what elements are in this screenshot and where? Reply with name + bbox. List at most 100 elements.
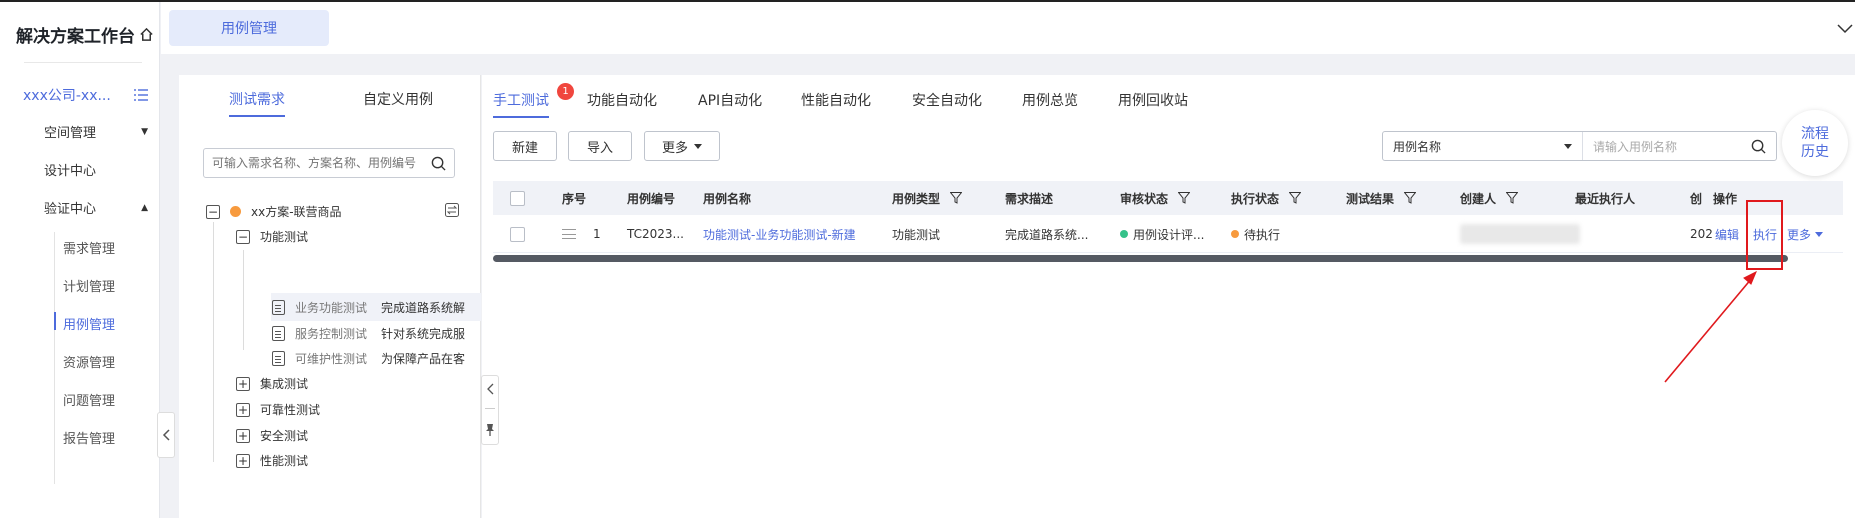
highlight-box: [1746, 200, 1783, 270]
filter-field-select[interactable]: 用例名称: [1383, 132, 1583, 160]
filter-icon[interactable]: [1404, 192, 1417, 204]
caret-down-icon: ▼: [141, 126, 148, 137]
horizontal-scrollbar[interactable]: [493, 255, 1788, 262]
col-exec-status: 执行状态: [1231, 181, 1302, 215]
filter-icon[interactable]: [1506, 192, 1519, 204]
more-actions-link[interactable]: 更多: [1787, 215, 1824, 253]
nav-design-center[interactable]: 设计中心: [44, 160, 148, 179]
tree-node-integration[interactable]: + 集成测试: [236, 375, 308, 392]
table-row[interactable]: 1 TC2023... 功能测试-业务功能测试-新建 功能测试 完成道路系统..…: [493, 215, 1843, 253]
header-tab-case-management[interactable]: 用例管理: [169, 10, 329, 46]
col-index: 序号: [562, 191, 587, 206]
filter-icon[interactable]: [1178, 192, 1191, 204]
tab-functional-automation[interactable]: 功能自动化: [587, 90, 657, 110]
expand-icon[interactable]: +: [236, 376, 250, 391]
filter-icon[interactable]: [950, 192, 963, 204]
tab-performance-automation[interactable]: 性能自动化: [801, 90, 871, 110]
search-icon[interactable]: [1751, 139, 1766, 154]
row-case-name-link[interactable]: 功能测试-业务功能测试-新建: [703, 215, 856, 253]
tree-node-functional[interactable]: − 功能测试: [236, 228, 308, 245]
row-index: 1: [593, 227, 601, 241]
import-button[interactable]: 导入: [568, 131, 632, 161]
sidebar-item-reports[interactable]: 报告管理: [63, 428, 115, 447]
requirement-search-input[interactable]: [212, 156, 422, 170]
pin-icon[interactable]: [485, 423, 495, 437]
select-all-checkbox[interactable]: [510, 181, 525, 215]
swap-icon[interactable]: [445, 203, 459, 217]
panel-toggle[interactable]: [481, 375, 499, 445]
case-name-search-input[interactable]: 请输入用例名称: [1593, 138, 1677, 155]
document-icon: [272, 351, 285, 366]
col-creator: 创建人: [1460, 181, 1519, 215]
col-created-time: 创: [1690, 191, 1703, 206]
sidebar-item-resources[interactable]: 资源管理: [63, 352, 115, 371]
collapse-icon[interactable]: −: [206, 204, 220, 219]
chevron-down-icon[interactable]: [1837, 24, 1853, 34]
tree-leaf-business[interactable]: 业务功能测试 完成道路系统解: [272, 299, 465, 316]
sidebar-item-issues[interactable]: 问题管理: [63, 390, 115, 409]
row-review-status: 用例设计评...: [1120, 215, 1204, 253]
new-button[interactable]: 新建: [493, 131, 557, 161]
tree-node-security[interactable]: + 安全测试: [236, 427, 308, 444]
collapse-icon[interactable]: −: [236, 229, 250, 244]
tab-test-requirements[interactable]: 测试需求: [229, 89, 285, 117]
tree-leaf-maintainability[interactable]: 可维护性测试 为保障产品在客: [272, 350, 465, 367]
sidebar-collapse-button[interactable]: [157, 412, 175, 458]
tab-case-recycle-bin[interactable]: 用例回收站: [1118, 90, 1188, 110]
row-case-type: 功能测试: [892, 227, 941, 242]
document-icon: [272, 300, 285, 315]
flow-history-button[interactable]: 流程 历史: [1782, 110, 1848, 176]
row-checkbox[interactable]: [510, 215, 525, 253]
col-actions: 操作: [1713, 191, 1738, 206]
search-icon[interactable]: [431, 156, 446, 171]
status-dot: [1120, 230, 1128, 238]
document-icon: [272, 326, 285, 341]
brand-title[interactable]: 解决方案工作台: [16, 22, 154, 47]
tree-leaf-service[interactable]: 服务控制测试 针对系统完成服: [272, 325, 465, 342]
expand-icon[interactable]: +: [236, 402, 250, 417]
more-button[interactable]: 更多: [644, 131, 720, 161]
sidebar-item-plans[interactable]: 计划管理: [63, 276, 115, 295]
col-requirement-desc: 需求描述: [1005, 191, 1054, 206]
count-badge: 1: [557, 83, 574, 100]
col-review-status: 审核状态: [1120, 181, 1191, 215]
row-case-id: TC2023...: [627, 227, 684, 241]
sidebar: 解决方案工作台 xxx公司-xx... 空间管理 ▼ 设计中心 验证中心 ▲ 需…: [0, 2, 160, 518]
caret-down-icon: [694, 143, 702, 149]
tab-manual-test[interactable]: 手工测试 1: [493, 83, 574, 118]
case-name-search[interactable]: 请输入用例名称: [1583, 138, 1776, 155]
tree-node-root[interactable]: − xx方案-联营商品: [206, 203, 342, 220]
row-exec-status: 待执行: [1231, 215, 1280, 253]
sub-nav-active-indicator: [54, 312, 56, 330]
tree-node-reliability[interactable]: + 可靠性测试: [236, 401, 320, 418]
row-requirement-desc: 完成道路系统...: [1005, 227, 1089, 242]
col-case-name: 用例名称: [703, 191, 752, 206]
filter-icon[interactable]: [1289, 192, 1302, 204]
tab-custom-cases[interactable]: 自定义用例: [363, 89, 433, 109]
nav-space-management[interactable]: 空间管理 ▼: [44, 122, 148, 141]
col-case-id: 用例编号: [627, 191, 676, 206]
case-filter[interactable]: 用例名称 请输入用例名称: [1382, 131, 1777, 161]
tab-security-automation[interactable]: 安全自动化: [912, 90, 982, 110]
org-selector[interactable]: xxx公司-xx...: [23, 85, 148, 105]
expand-icon[interactable]: +: [236, 453, 250, 468]
drag-handle-icon[interactable]: [562, 215, 576, 253]
tab-api-automation[interactable]: API自动化: [698, 90, 762, 110]
col-last-executor: 最近执行人: [1575, 191, 1636, 206]
nav-verification-center[interactable]: 验证中心 ▲: [44, 198, 148, 217]
tab-case-overview[interactable]: 用例总览: [1022, 90, 1078, 110]
col-case-type: 用例类型: [892, 181, 963, 215]
sidebar-item-requirements[interactable]: 需求管理: [63, 238, 115, 257]
chevron-left-icon: [162, 429, 170, 441]
requirement-search[interactable]: [203, 148, 455, 178]
list-icon[interactable]: [134, 88, 148, 102]
tree-node-performance[interactable]: + 性能测试: [236, 452, 308, 469]
sidebar-item-cases[interactable]: 用例管理: [63, 314, 115, 333]
caret-down-icon: [1815, 231, 1824, 237]
expand-icon[interactable]: +: [236, 428, 250, 443]
requirements-panel: 测试需求 自定义用例 − xx方案-联营商品 − 功能测试 业务功能测试 完成道…: [179, 75, 481, 518]
chevron-left-icon[interactable]: [486, 383, 494, 395]
edit-link[interactable]: 编辑: [1715, 215, 1739, 253]
row-creator-redacted: [1460, 215, 1580, 253]
top-header: 用例管理: [161, 2, 1855, 54]
